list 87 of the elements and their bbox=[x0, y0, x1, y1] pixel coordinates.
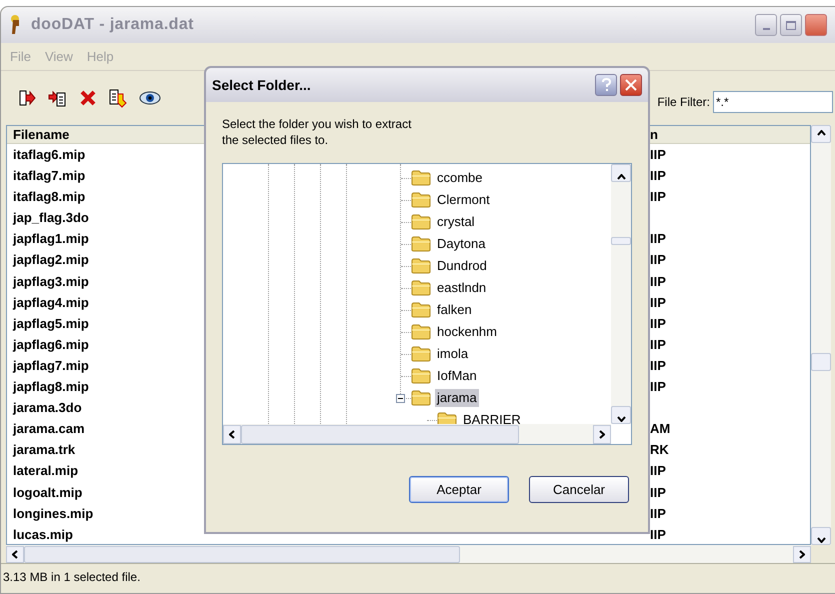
table-cell: IIP bbox=[650, 484, 666, 500]
table-cell: IIP bbox=[650, 316, 666, 331]
table-cell: IIP bbox=[650, 168, 666, 184]
window-title: dooDAT - jarama.dat bbox=[31, 15, 195, 35]
folder-icon bbox=[411, 390, 431, 406]
tree-item[interactable]: Dundrod bbox=[435, 257, 489, 275]
table-cell: longines.mip bbox=[13, 506, 94, 521]
table-cell: IIP bbox=[650, 336, 666, 352]
vertical-scrollbar[interactable] bbox=[811, 125, 831, 545]
table-cell: IIP bbox=[650, 506, 666, 521]
import-icon[interactable] bbox=[48, 88, 68, 108]
tree-item[interactable]: hockenhm bbox=[435, 323, 499, 341]
table-cell: japflag1.mip bbox=[13, 231, 89, 246]
table-cell: IIP bbox=[650, 252, 666, 268]
ok-button[interactable]: Aceptar bbox=[409, 476, 509, 503]
folder-icon bbox=[411, 258, 431, 274]
table-cell: IIP bbox=[650, 358, 666, 373]
tree-item[interactable]: crystal bbox=[435, 213, 477, 231]
table-cell: jarama.trk bbox=[13, 442, 76, 458]
tree-item[interactable]: BARRIER bbox=[461, 411, 523, 424]
table-cell: IIP bbox=[650, 231, 666, 246]
minimize-button[interactable] bbox=[755, 14, 777, 36]
table-cell: itaflag6.mip bbox=[13, 147, 86, 162]
collapse-icon[interactable] bbox=[396, 394, 405, 403]
scrollbar-thumb[interactable] bbox=[811, 353, 831, 371]
folder-icon bbox=[411, 280, 431, 296]
table-cell: RK bbox=[650, 442, 669, 458]
table-cell: japflag8.mip bbox=[13, 379, 89, 394]
table-cell: japflag2.mip bbox=[13, 252, 89, 268]
tree-item[interactable]: imola bbox=[435, 345, 470, 363]
document-icon[interactable] bbox=[108, 88, 128, 108]
close-icon bbox=[625, 79, 637, 91]
table-cell: japflag5.mip bbox=[13, 316, 89, 331]
table-cell: lucas.mip bbox=[13, 526, 73, 542]
folder-icon bbox=[411, 170, 431, 186]
maximize-button[interactable] bbox=[780, 14, 802, 36]
table-cell: IIP bbox=[650, 526, 666, 542]
tree-item[interactable]: falken bbox=[435, 301, 474, 319]
table-cell: IIP bbox=[650, 147, 666, 162]
table-cell: japflag7.mip bbox=[13, 358, 89, 373]
folder-icon bbox=[411, 346, 431, 362]
close-button[interactable] bbox=[620, 74, 642, 96]
column-header[interactable]: n bbox=[650, 126, 810, 143]
dialog-prompt: Select the folder you wish to extract the selected files to. bbox=[222, 116, 412, 148]
table-cell: japflag6.mip bbox=[13, 336, 89, 352]
folder-icon bbox=[411, 302, 431, 318]
tree-item[interactable]: Clermont bbox=[435, 191, 492, 209]
filter-label: File Filter: bbox=[657, 94, 710, 111]
table-cell: logoalt.mip bbox=[13, 484, 82, 500]
tree-item[interactable]: eastlndn bbox=[435, 279, 488, 297]
table-cell: japflag3.mip bbox=[13, 274, 89, 289]
folder-icon bbox=[411, 324, 431, 340]
delete-icon[interactable] bbox=[79, 89, 97, 107]
folder-icon bbox=[411, 192, 431, 208]
table-cell: AM bbox=[650, 421, 670, 436]
help-icon bbox=[602, 78, 610, 92]
folder-icon bbox=[411, 236, 431, 252]
status-text: 3.13 MB in 1 selected file. bbox=[3, 568, 140, 586]
scrollbar-thumb[interactable] bbox=[611, 237, 631, 245]
table-cell: IIP bbox=[650, 379, 666, 394]
tree-horizontal-scrollbar[interactable] bbox=[223, 424, 611, 444]
table-cell: jap_flag.3do bbox=[13, 210, 89, 226]
folder-icon bbox=[437, 412, 457, 424]
table-cell: IIP bbox=[650, 189, 666, 204]
table-cell: IIP bbox=[650, 294, 666, 310]
tree-item[interactable]: Daytona bbox=[435, 235, 488, 253]
table-cell: IIP bbox=[650, 274, 666, 289]
folder-icon bbox=[411, 368, 431, 384]
horizontal-scrollbar[interactable] bbox=[6, 545, 811, 563]
table-cell: japflag4.mip bbox=[13, 294, 89, 310]
tree-item[interactable]: ccombe bbox=[435, 169, 485, 187]
dialog-title: Select Folder... bbox=[212, 76, 312, 94]
table-cell: jarama.3do bbox=[13, 400, 82, 416]
cancel-button[interactable]: Cancelar bbox=[529, 476, 629, 503]
table-cell: itaflag7.mip bbox=[13, 168, 86, 184]
table-cell: lateral.mip bbox=[13, 463, 78, 478]
tree-vertical-scrollbar[interactable] bbox=[611, 164, 631, 424]
filter-field[interactable]: *.* bbox=[713, 91, 833, 113]
eye-icon[interactable] bbox=[139, 89, 161, 107]
table-cell: IIP bbox=[650, 463, 666, 478]
table-cell: jarama.cam bbox=[13, 421, 85, 436]
export-icon[interactable] bbox=[17, 88, 37, 108]
tree-item[interactable]: IofMan bbox=[435, 367, 479, 385]
folder-icon bbox=[411, 214, 431, 230]
table-cell: itaflag8.mip bbox=[13, 189, 86, 204]
tree-item[interactable]: jarama bbox=[435, 389, 479, 407]
help-button[interactable] bbox=[595, 74, 617, 96]
